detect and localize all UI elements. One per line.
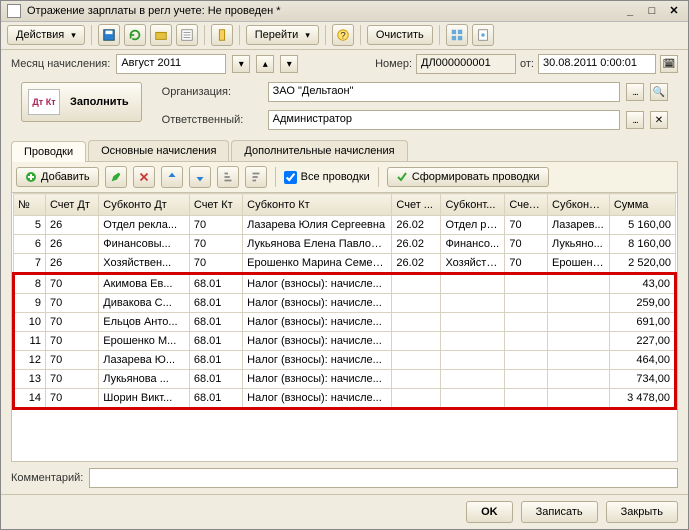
window-title: Отражение зарплаты в регл учете: Не пров… xyxy=(27,5,281,17)
form-postings-label: Сформировать проводки xyxy=(412,171,540,183)
fill-button[interactable]: Дт Кт Заполнить xyxy=(21,82,142,122)
column-header[interactable]: Сумма xyxy=(609,194,675,216)
org-search-button[interactable]: 🔍 xyxy=(650,83,668,101)
ok-button[interactable]: OK xyxy=(466,501,513,523)
goto-menu[interactable]: Перейти▾ xyxy=(246,25,319,45)
resp-label: Ответственный: xyxy=(162,114,262,126)
attach-icon[interactable] xyxy=(211,24,233,46)
post-icon[interactable] xyxy=(150,24,172,46)
resp-select-button[interactable]: ... xyxy=(626,111,644,129)
table-row[interactable]: 970Дивакова С...68.01Налог (взносы): нач… xyxy=(14,294,676,313)
all-postings-label: Все проводки xyxy=(301,171,370,183)
resp-clear-button[interactable]: ✕ xyxy=(650,111,668,129)
org-label: Организация: xyxy=(162,86,262,98)
org-input[interactable]: ЗАО "Дельтаон" xyxy=(268,82,620,102)
date-input[interactable]: 30.08.2011 0:00:01 xyxy=(538,54,656,74)
column-header[interactable]: Субконто... xyxy=(548,194,610,216)
print-settings-icon[interactable] xyxy=(472,24,494,46)
tab-postings[interactable]: Проводки xyxy=(11,141,86,162)
table-row[interactable]: 870Акимова Ев...68.01Налог (взносы): нач… xyxy=(14,274,676,294)
month-down-button[interactable]: ▾ xyxy=(280,55,298,73)
sort-asc-icon[interactable] xyxy=(217,166,239,188)
column-header[interactable]: Счет Дт xyxy=(45,194,98,216)
actions-menu[interactable]: Действия▾ xyxy=(7,25,85,45)
maximize-button[interactable]: □ xyxy=(644,4,660,18)
column-header[interactable]: Субконто Дт xyxy=(99,194,190,216)
window: Отражение зарплаты в регл учете: Не пров… xyxy=(0,0,689,530)
table-row[interactable]: 626Финансовы...70Лукьянова Елена Павловн… xyxy=(14,235,676,254)
comment-label: Комментарий: xyxy=(11,472,83,484)
column-header[interactable]: Субконт... xyxy=(441,194,505,216)
save-icon[interactable] xyxy=(98,24,120,46)
main-toolbar: Действия▾ Перейти▾ ? Очистить xyxy=(1,22,688,50)
list-icon[interactable] xyxy=(176,24,198,46)
add-label: Добавить xyxy=(41,171,90,183)
add-row-button[interactable]: Добавить xyxy=(16,167,99,187)
footer: OK Записать Закрыть xyxy=(1,494,688,529)
grid-toolbar: Добавить Все проводки Сформировать прово… xyxy=(11,162,678,193)
month-dropdown-button[interactable]: ▾ xyxy=(232,55,250,73)
table-row[interactable]: 1470Шорин Викт...68.01Налог (взносы): на… xyxy=(14,389,676,409)
table-row[interactable]: 1070Ельцов Анто...68.01Налог (взносы): н… xyxy=(14,313,676,332)
close-footer-button[interactable]: Закрыть xyxy=(606,501,678,523)
close-button[interactable]: ✕ xyxy=(666,4,682,18)
table-row[interactable]: 1370Лукьянова ...68.01Налог (взносы): на… xyxy=(14,370,676,389)
refresh-icon[interactable] xyxy=(124,24,146,46)
comment-row: Комментарий: xyxy=(1,462,688,494)
minimize-button[interactable]: _ xyxy=(622,4,638,18)
table-row[interactable]: 526Отдел рекла...70Лазарева Юлия Сергеев… xyxy=(14,216,676,235)
table-row[interactable]: 1170Ерошенко М...68.01Налог (взносы): на… xyxy=(14,332,676,351)
grid-settings-icon[interactable] xyxy=(446,24,468,46)
form-row-1: Месяц начисления: Август 2011 ▾ ▴ ▾ Номе… xyxy=(1,50,688,78)
document-icon xyxy=(7,4,21,18)
clear-button[interactable]: Очистить xyxy=(367,25,433,45)
table-row[interactable]: 726Хозяйствен...70Ерошенко Марина Семено… xyxy=(14,254,676,274)
comment-input[interactable] xyxy=(89,468,678,488)
column-header[interactable]: № xyxy=(14,194,46,216)
column-header[interactable]: Счет ... xyxy=(505,194,548,216)
date-picker-button[interactable]: 🗓 xyxy=(660,55,678,73)
column-header[interactable]: Субконто Кт xyxy=(243,194,392,216)
number-label: Номер: xyxy=(375,58,412,70)
month-up-button[interactable]: ▴ xyxy=(256,55,274,73)
tab-additional-accruals[interactable]: Дополнительные начисления xyxy=(231,140,407,161)
fill-label: Заполнить xyxy=(70,96,129,108)
clear-label: Очистить xyxy=(376,29,424,41)
column-header[interactable]: Счет ... xyxy=(392,194,441,216)
help-icon[interactable]: ? xyxy=(332,24,354,46)
org-select-button[interactable]: ... xyxy=(626,83,644,101)
save-button[interactable]: Записать xyxy=(521,501,598,523)
number-input[interactable]: ДЛ000000001 xyxy=(416,54,516,74)
table-row[interactable]: 1270Лазарева Ю...68.01Налог (взносы): на… xyxy=(14,351,676,370)
delete-row-icon[interactable] xyxy=(133,166,155,188)
goto-label: Перейти xyxy=(255,29,299,41)
titlebar: Отражение зарплаты в регл учете: Не пров… xyxy=(1,1,688,22)
column-header[interactable]: Счет Кт xyxy=(189,194,242,216)
month-input[interactable]: Август 2011 xyxy=(116,54,226,74)
month-label: Месяц начисления: xyxy=(11,58,110,70)
window-controls: _ □ ✕ xyxy=(622,4,682,18)
svg-text:?: ? xyxy=(340,31,345,42)
all-postings-checkbox[interactable]: Все проводки xyxy=(284,171,370,184)
move-down-icon[interactable] xyxy=(189,166,211,188)
tab-main-accruals[interactable]: Основные начисления xyxy=(88,140,229,161)
sort-desc-icon[interactable] xyxy=(245,166,267,188)
debit-credit-icon: Дт Кт xyxy=(28,89,60,115)
data-grid[interactable]: №Счет ДтСубконто ДтСчет КтСубконто КтСче… xyxy=(11,193,678,462)
actions-label: Действия xyxy=(16,29,64,41)
from-label: от: xyxy=(520,58,534,70)
edit-row-icon[interactable] xyxy=(105,166,127,188)
resp-input[interactable]: Администратор xyxy=(268,110,620,130)
tabs: Проводки Основные начисления Дополнитель… xyxy=(11,140,678,162)
move-up-icon[interactable] xyxy=(161,166,183,188)
form-postings-button[interactable]: Сформировать проводки xyxy=(387,167,549,187)
